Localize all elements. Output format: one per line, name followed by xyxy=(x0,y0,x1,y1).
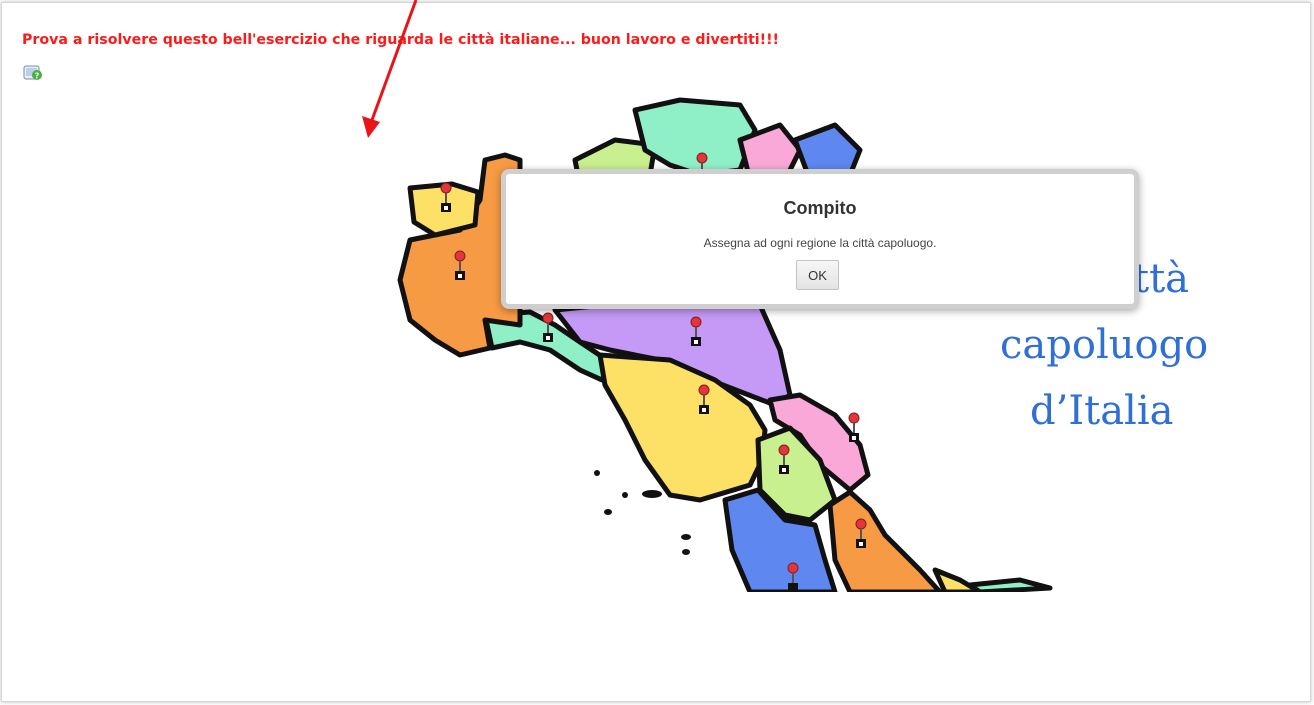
region-puglia xyxy=(967,577,1053,592)
intro-text: Prova a risolvere questo bell'esercizio … xyxy=(22,32,780,48)
dialog-message: Assegna ad ogni regione la città capoluo… xyxy=(703,236,937,250)
map-title-line-2: capoluogo xyxy=(1000,322,1209,368)
map-title-line-3: d’Italia xyxy=(1030,388,1174,434)
ok-button[interactable]: OK xyxy=(796,260,839,290)
dialog-title: Compito xyxy=(783,198,857,218)
map-title-line-1: ttà xyxy=(1133,256,1189,302)
task-dialog: Compito Assegna ad ogni regione la città… xyxy=(501,169,1139,309)
help-icon[interactable]: ? xyxy=(23,64,43,82)
region-abruzzo xyxy=(827,489,943,592)
italy-map xyxy=(397,97,1053,592)
svg-text:?: ? xyxy=(35,72,40,81)
